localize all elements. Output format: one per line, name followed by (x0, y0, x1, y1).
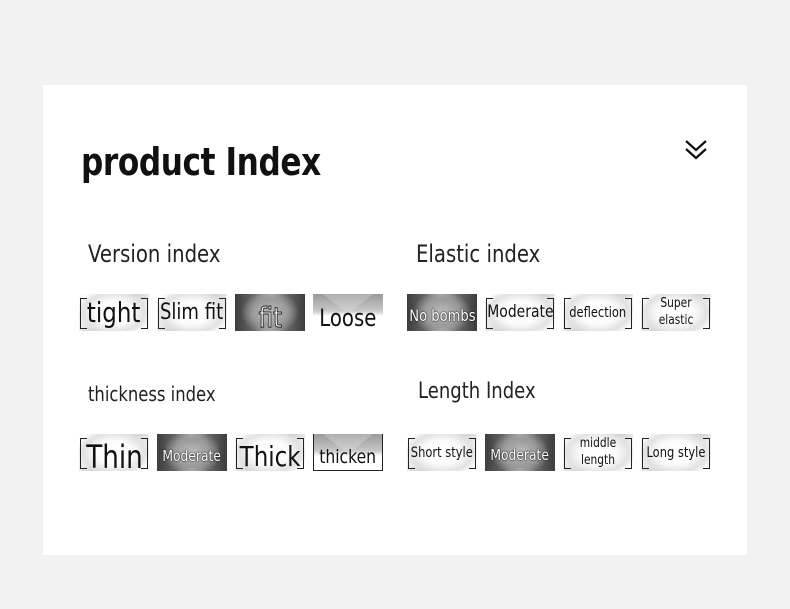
option-thin[interactable]: Thin (79, 434, 149, 471)
option-loose[interactable]: Loose (313, 294, 383, 331)
option-label: Long style (646, 444, 706, 461)
option-label: middle length (579, 435, 617, 468)
option-label: Super elastic (658, 295, 694, 328)
collapse-button[interactable] (682, 136, 710, 164)
page-title: product Index (81, 140, 321, 184)
option-short-style[interactable]: Short style (407, 434, 477, 471)
option-label: Moderate (162, 447, 222, 465)
option-thicken[interactable]: thicken (313, 434, 383, 471)
option-label: Thick (239, 439, 301, 471)
option-fit[interactable]: fit (235, 294, 305, 331)
section-title-length-index: Length Index (418, 379, 536, 404)
option-label: deflection (569, 304, 627, 321)
option-super-elastic[interactable]: Super elastic (641, 294, 711, 331)
section-title-elastic-index: Elastic index (416, 240, 541, 268)
option-slim-fit[interactable]: Slim fit (157, 294, 227, 331)
option-label: No bombs (408, 305, 476, 325)
option-thick[interactable]: Thick (235, 434, 305, 471)
section-title-thickness-index: thickness index (88, 382, 216, 406)
option-label: fit (258, 300, 282, 332)
option-long-style[interactable]: Long style (641, 434, 711, 471)
option-label: thicken (319, 446, 377, 468)
option-deflection[interactable]: deflection (563, 294, 633, 331)
option-moderate-elastic[interactable]: Moderate (485, 294, 555, 331)
section-title-version-index: Version index (88, 240, 221, 268)
option-label: Thin (85, 437, 143, 472)
double-chevron-down-icon (685, 140, 707, 160)
option-label: Moderate (490, 446, 550, 464)
option-label: Short style (411, 444, 473, 461)
option-label: tight (87, 295, 141, 329)
option-tight[interactable]: tight (79, 294, 149, 331)
option-label: Slim fit (160, 299, 224, 325)
option-moderate-thickness[interactable]: Moderate (157, 434, 227, 471)
option-label: Loose (319, 303, 377, 331)
option-moderate-length[interactable]: Moderate (485, 434, 555, 471)
option-label: Moderate (486, 302, 554, 322)
option-no-bombs[interactable]: No bombs (407, 294, 477, 331)
option-middle-length[interactable]: middle length (563, 434, 633, 471)
